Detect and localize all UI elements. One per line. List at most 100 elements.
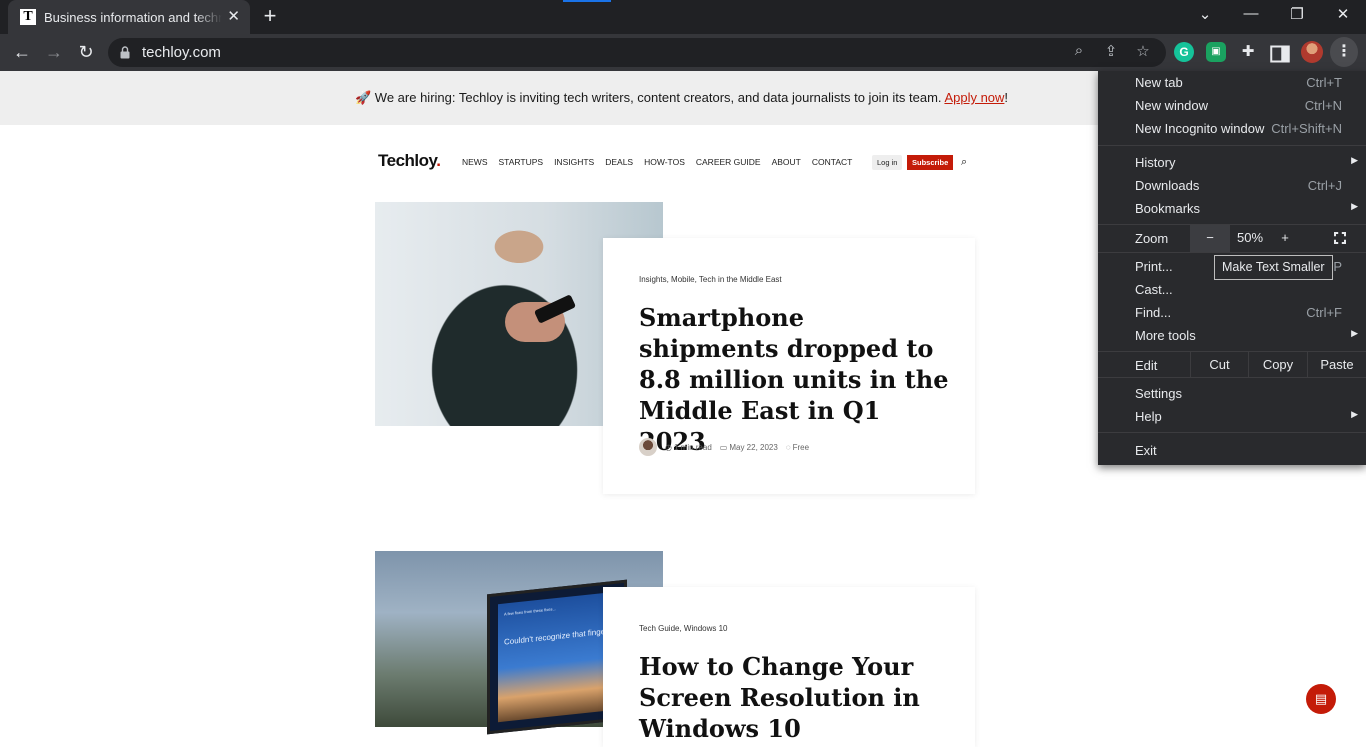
- menu-label: Help: [1135, 409, 1162, 424]
- access-label: Free: [792, 442, 810, 452]
- menu-more-tools[interactable]: More tools ▶: [1098, 324, 1366, 347]
- article-1-card: InsightsMobileTech in the Middle East Sm…: [603, 238, 975, 494]
- menu-divider: [1098, 432, 1366, 433]
- nav-how-tos[interactable]: HOW-TOS: [644, 157, 685, 167]
- access-icon: ◌: [785, 442, 791, 452]
- menu-find[interactable]: Find... Ctrl+F: [1098, 301, 1366, 324]
- menu-label: More tools: [1135, 328, 1196, 343]
- menu-new-incognito-window[interactable]: New Incognito window Ctrl+Shift+N: [1098, 117, 1366, 140]
- zoom-in-button[interactable]: +: [1270, 225, 1300, 252]
- nav-news[interactable]: NEWS: [462, 157, 488, 167]
- menu-history[interactable]: History ▶: [1098, 151, 1366, 174]
- menu-shortcut: Ctrl+F: [1306, 305, 1342, 320]
- category-tag[interactable]: Mobile: [667, 275, 695, 284]
- share-icon[interactable]: ⇪: [1100, 42, 1122, 60]
- back-icon[interactable]: ←: [10, 40, 34, 64]
- tab-search-icon[interactable]: ⌄: [1190, 5, 1220, 23]
- address-bar[interactable]: techloy.com ⌕ ⇪ ☆: [108, 38, 1166, 67]
- submenu-arrow-icon: ▶: [1351, 201, 1358, 211]
- chrome-menu-kebab-icon[interactable]: ⋮: [1330, 37, 1358, 67]
- submenu-arrow-icon: ▶: [1351, 409, 1358, 419]
- menu-label: Settings: [1135, 386, 1182, 401]
- category-tag[interactable]: Windows 10: [679, 624, 727, 633]
- article-1-categories: InsightsMobileTech in the Middle East: [639, 275, 782, 284]
- close-window-button[interactable]: ✕: [1328, 5, 1358, 23]
- article-1-title[interactable]: Smartphone shipments dropped to 8.8 mill…: [639, 302, 949, 457]
- site-logo[interactable]: Techloy.: [378, 151, 441, 171]
- menu-label: New tab: [1135, 75, 1183, 90]
- paste-button[interactable]: Paste: [1307, 352, 1366, 377]
- extensions-puzzle-icon[interactable]: ✚: [1238, 42, 1258, 62]
- login-button[interactable]: Log in: [872, 155, 903, 170]
- url-text[interactable]: techloy.com: [142, 44, 221, 61]
- publish-date: May 22, 2023: [729, 442, 778, 452]
- author-avatar[interactable]: [639, 438, 657, 456]
- clock-icon: ◷: [665, 442, 672, 452]
- menu-shortcut: Ctrl+T: [1306, 75, 1342, 90]
- reload-icon[interactable]: ↻: [74, 40, 98, 64]
- banner-text: 🚀 We are hiring: Techloy is inviting tec…: [355, 90, 942, 105]
- subscribe-button[interactable]: Subscribe: [907, 155, 954, 170]
- profile-avatar[interactable]: [1301, 41, 1323, 63]
- nav-contact[interactable]: CONTACT: [812, 157, 852, 167]
- menu-label: Print...: [1135, 259, 1173, 274]
- lock-icon[interactable]: [120, 46, 130, 59]
- category-tag[interactable]: Tech Guide: [639, 624, 679, 633]
- apply-now-link[interactable]: Apply now: [944, 90, 1004, 105]
- forward-icon[interactable]: →: [42, 40, 66, 64]
- site-header: Techloy. NEWS STARTUPS INSIGHTS DEALS HO…: [378, 150, 978, 176]
- cut-button[interactable]: Cut: [1190, 352, 1248, 377]
- nav-startups[interactable]: STARTUPS: [499, 157, 544, 167]
- menu-divider: [1098, 377, 1366, 378]
- grammarly-extension-icon[interactable]: G: [1174, 42, 1194, 62]
- nav-about[interactable]: ABOUT: [772, 157, 801, 167]
- close-tab-icon[interactable]: ✕: [227, 9, 240, 24]
- window-accent: [563, 0, 611, 2]
- site-nav: NEWS STARTUPS INSIGHTS DEALS HOW-TOS CAR…: [462, 157, 852, 167]
- menu-new-window[interactable]: New window Ctrl+N: [1098, 94, 1366, 117]
- article-2-categories: Tech GuideWindows 10: [639, 624, 728, 633]
- restore-button[interactable]: ❐: [1282, 5, 1312, 23]
- browser-toolbar: ← → ↻ techloy.com ⌕ ⇪ ☆ G ▣ ✚ ⋮: [0, 34, 1366, 71]
- tab-title: Business information and technology: [44, 9, 222, 25]
- menu-exit[interactable]: Exit: [1098, 439, 1366, 462]
- menu-label: History: [1135, 155, 1176, 170]
- menu-new-tab[interactable]: New tab Ctrl+T: [1098, 71, 1366, 94]
- menu-divider: [1098, 252, 1366, 253]
- nav-insights[interactable]: INSIGHTS: [554, 157, 594, 167]
- fullscreen-icon[interactable]: [1334, 232, 1346, 244]
- menu-shortcut: Ctrl+N: [1304, 98, 1342, 113]
- menu-settings[interactable]: Settings: [1098, 382, 1366, 405]
- copy-button[interactable]: Copy: [1248, 352, 1307, 377]
- extension-icon[interactable]: ▣: [1206, 42, 1226, 62]
- article-2-card: Tech GuideWindows 10 How to Change Your …: [603, 587, 975, 747]
- category-tag[interactable]: Tech in the Middle East: [695, 275, 782, 284]
- floating-bookmark-button[interactable]: ▤: [1306, 684, 1336, 714]
- menu-cast[interactable]: Cast...: [1098, 278, 1366, 301]
- side-panel-icon[interactable]: [1270, 44, 1290, 64]
- menu-edit-row: Edit Cut Copy Paste: [1098, 352, 1366, 377]
- menu-label: New window: [1135, 98, 1208, 113]
- zoom-out-button[interactable]: −: [1190, 225, 1230, 252]
- browser-tab[interactable]: T Business information and technology ✕: [8, 0, 250, 34]
- zoom-label: Zoom: [1135, 231, 1169, 246]
- new-tab-button[interactable]: +: [258, 5, 282, 28]
- menu-help[interactable]: Help ▶: [1098, 405, 1366, 428]
- tooltip: Make Text Smaller: [1214, 255, 1333, 280]
- bookmark-star-icon[interactable]: ☆: [1132, 42, 1154, 60]
- article-2-title[interactable]: How to Change Your Screen Resolution in …: [639, 651, 949, 744]
- menu-label: Bookmarks: [1135, 201, 1201, 216]
- menu-shortcut: Ctrl+Shift+N: [1271, 121, 1342, 136]
- zoom-icon[interactable]: ⌕: [1068, 42, 1090, 59]
- menu-zoom-row: Zoom − 50% +: [1098, 225, 1366, 252]
- category-tag[interactable]: Insights: [639, 275, 667, 284]
- menu-downloads[interactable]: Downloads Ctrl+J: [1098, 174, 1366, 197]
- browser-titlebar: T Business information and technology ✕ …: [0, 0, 1366, 34]
- nav-deals[interactable]: DEALS: [605, 157, 633, 167]
- minimize-button[interactable]: —: [1236, 5, 1266, 22]
- menu-label: New Incognito window: [1135, 121, 1265, 136]
- search-icon[interactable]: ⌕: [961, 156, 967, 169]
- menu-divider: [1098, 145, 1366, 146]
- nav-career-guide[interactable]: CAREER GUIDE: [696, 157, 761, 167]
- menu-bookmarks[interactable]: Bookmarks ▶: [1098, 197, 1366, 220]
